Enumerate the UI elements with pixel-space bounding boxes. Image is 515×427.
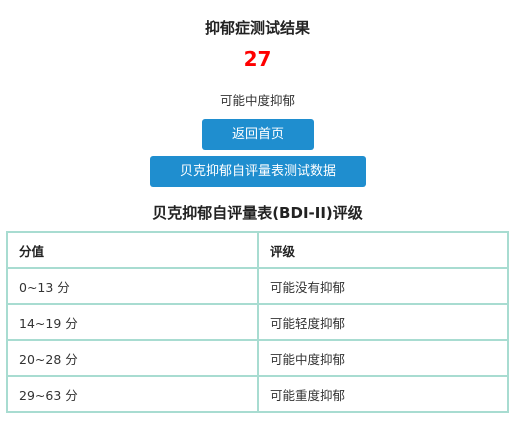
- bdi-test-data-button[interactable]: 贝克抑郁自评量表测试数据: [150, 156, 366, 187]
- table-row: 0~13 分 可能没有抑郁: [6, 267, 509, 305]
- table-row: 14~19 分 可能轻度抑郁: [6, 303, 509, 341]
- score-range-cell: 14~19 分: [6, 303, 259, 341]
- rating-cell: 可能中度抑郁: [257, 339, 509, 377]
- table-row: 29~63 分 可能重度抑郁: [6, 375, 509, 413]
- score-value: 27: [243, 47, 272, 71]
- table-row: 20~28 分 可能中度抑郁: [6, 339, 509, 377]
- rating-cell: 可能重度抑郁: [257, 375, 509, 413]
- back-home-button[interactable]: 返回首页: [202, 119, 314, 150]
- result-level-text: 可能中度抑郁: [219, 93, 295, 108]
- header-score: 分值: [6, 231, 259, 269]
- score-range-cell: 29~63 分: [6, 375, 259, 413]
- rating-table: 分值 评级 0~13 分 可能没有抑郁 14~19 分 可能轻度抑郁 20~28…: [6, 231, 509, 413]
- result-title: 抑郁症测试结果: [204, 19, 310, 37]
- header-rating: 评级: [257, 231, 509, 269]
- table-header-row: 分值 评级: [6, 231, 509, 269]
- rating-cell: 可能轻度抑郁: [257, 303, 509, 341]
- score-range-cell: 20~28 分: [6, 339, 259, 377]
- score-range-cell: 0~13 分: [6, 267, 259, 305]
- rating-table-title: 贝克抑郁自评量表(BDI-II)评级: [152, 204, 363, 222]
- rating-cell: 可能没有抑郁: [257, 267, 509, 305]
